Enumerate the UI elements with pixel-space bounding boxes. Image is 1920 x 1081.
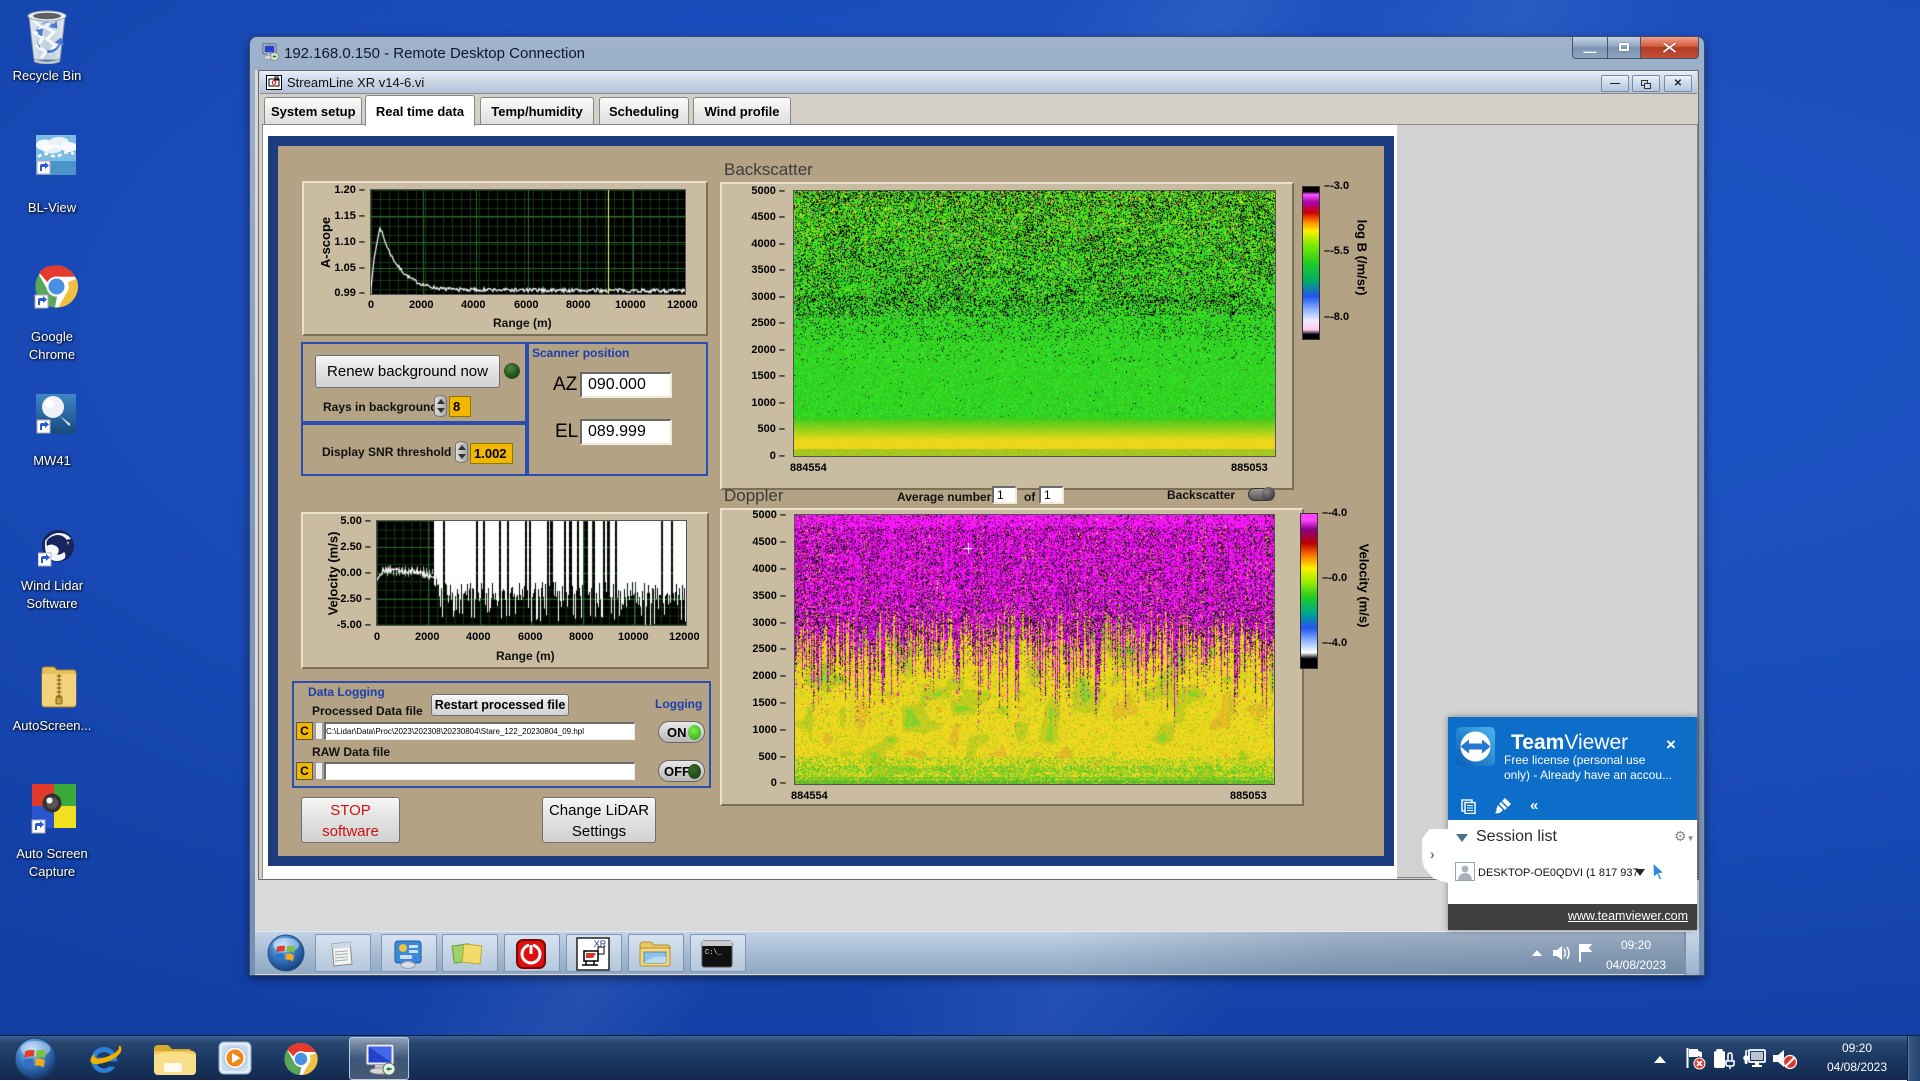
svg-text:C:\_: C:\_ bbox=[705, 949, 723, 957]
